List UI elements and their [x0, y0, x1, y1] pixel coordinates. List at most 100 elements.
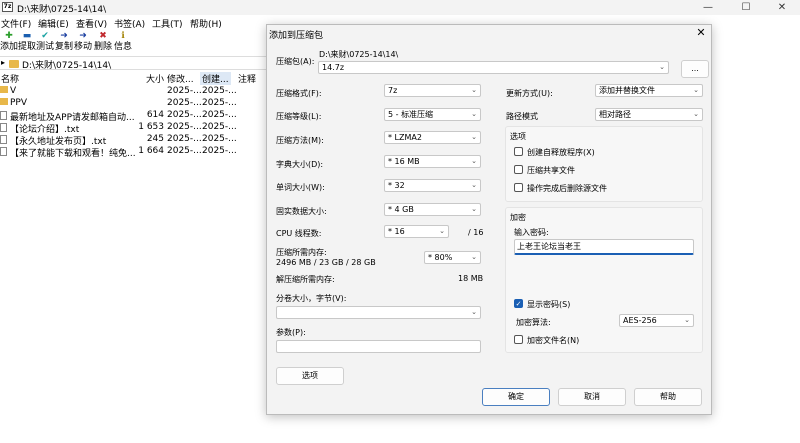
file-size: 614 — [146, 110, 164, 120]
encryption-method-select[interactable]: AES-256 ⌄ — [619, 314, 694, 327]
list-item[interactable]: PPV 2025-... 2025-... — [0, 98, 270, 110]
folder-icon — [0, 86, 8, 93]
up-folder-icon[interactable]: ▸ — [1, 58, 5, 67]
toolbar-test-button[interactable]: ✔ 测试 — [35, 30, 55, 53]
sfx-checkbox[interactable] — [514, 147, 523, 156]
folder-icon — [0, 98, 8, 105]
text-file-icon — [0, 147, 7, 156]
menu-file[interactable]: 文件(F) — [1, 17, 31, 30]
menu-view[interactable]: 查看(V) — [76, 17, 107, 30]
window-title: D:\来财\0725-14\14\ — [17, 5, 107, 15]
chevron-down-icon: ⌄ — [693, 86, 699, 94]
chevron-down-icon: ⌄ — [659, 63, 665, 71]
cpu-threads-select[interactable]: * 16 ⌄ — [384, 225, 449, 238]
word-value: * 32 — [388, 181, 405, 190]
column-name[interactable]: 名称 — [1, 72, 19, 85]
file-modified: 2025-... — [167, 98, 202, 108]
split-label: 分卷大小，字节(V): — [276, 294, 347, 303]
password-input[interactable]: 上老王论坛当老王 — [514, 239, 694, 255]
file-modified: 2025-... — [167, 122, 202, 132]
list-item[interactable]: 【论坛介绍】.txt 1 653 2025-... 2025-... — [0, 122, 270, 135]
decomp-label: 解压缩所需内存: — [276, 275, 335, 284]
params-input[interactable] — [276, 340, 481, 353]
dialog-close-icon[interactable]: ✕ — [694, 26, 708, 39]
copy-arrow-icon: ➜ — [60, 31, 68, 41]
encryption-group-title: 加密 — [510, 213, 526, 222]
solid-select[interactable]: * 4 GB ⌄ — [384, 203, 481, 216]
delete-after-checkbox[interactable] — [514, 183, 523, 192]
browse-button[interactable]: ... — [681, 60, 709, 78]
method-value: * LZMA2 — [388, 133, 422, 142]
toolbar-label: 信息 — [113, 42, 132, 52]
menu-tools[interactable]: 工具(T) — [152, 17, 183, 30]
archive-name-combo[interactable]: 14.7z ⌄ — [318, 61, 669, 74]
toolbar-move-button[interactable]: ➜ 移动 — [73, 30, 93, 53]
move-arrow-icon: ➜ — [79, 31, 87, 41]
mem-percent-select[interactable]: * 80% ⌄ — [424, 251, 481, 264]
toolbar-delete-button[interactable]: ✖ 删除 — [93, 30, 113, 53]
update-mode-select[interactable]: 添加并替换文件 ⌄ — [595, 84, 703, 97]
method-select[interactable]: * LZMA2 ⌄ — [384, 131, 481, 144]
chevron-down-icon: ⌄ — [471, 110, 477, 118]
menu-edit[interactable]: 编辑(E) — [38, 17, 69, 30]
file-name: V — [10, 86, 17, 96]
column-comment[interactable]: 注释 — [238, 72, 256, 85]
file-list-header: 名称 大小 修改... 创建... 注释 — [0, 72, 270, 85]
file-created: 2025-... — [202, 110, 237, 120]
cpu-label: CPU 线程数: — [276, 229, 322, 238]
split-size-combo[interactable]: ⌄ — [276, 306, 481, 319]
delete-icon: ✖ — [99, 31, 107, 41]
ok-button[interactable]: 确定 — [482, 388, 550, 406]
toolbar-label: 移动 — [73, 42, 92, 52]
level-select[interactable]: 5 - 标准压缩 ⌄ — [384, 108, 481, 121]
list-item[interactable]: 【来了就能下载和观看！纯免... 1 664 2025-... 2025-... — [0, 146, 270, 159]
7zip-app-icon: 7z — [2, 2, 13, 12]
file-name: PPV — [10, 98, 28, 108]
dict-value: * 16 MB — [388, 157, 420, 166]
chevron-down-icon: ⌄ — [693, 110, 699, 118]
list-item[interactable]: 【永久地址发布页】.txt 245 2025-... 2025-... — [0, 134, 270, 147]
path-mode-select[interactable]: 相对路径 ⌄ — [595, 108, 703, 121]
format-select[interactable]: 7z ⌄ — [384, 84, 481, 97]
file-size: 1 653 — [138, 122, 164, 132]
toolbar-copy-button[interactable]: ➜ 复制 — [54, 30, 74, 53]
options-group-title: 选项 — [510, 132, 526, 141]
help-button[interactable]: 帮助 — [634, 388, 702, 406]
minus-icon: ▬ — [22, 31, 32, 41]
file-created: 2025-... — [202, 98, 237, 108]
maximize-button[interactable]: ☐ — [728, 0, 764, 15]
file-created: 2025-... — [202, 86, 237, 96]
close-button[interactable]: ✕ — [764, 0, 800, 15]
address-bar[interactable]: ▸ D:\来财\0725-14\14\ — [0, 56, 270, 71]
password-label: 输入密码: — [514, 228, 549, 237]
dict-select[interactable]: * 16 MB ⌄ — [384, 155, 481, 168]
menu-help[interactable]: 帮助(H) — [190, 17, 222, 30]
toolbar: ✚ 添加 ▬ 提取 ✔ 测试 ➜ 复制 ➜ 移动 ✖ 删除 ℹ 信息 — [0, 30, 270, 55]
column-size[interactable]: 大小 — [146, 72, 164, 85]
toolbar-extract-button[interactable]: ▬ 提取 — [17, 30, 37, 53]
shared-files-checkbox[interactable] — [514, 165, 523, 174]
column-modified[interactable]: 修改... — [167, 72, 194, 85]
options-button[interactable]: 选项 — [276, 367, 344, 385]
format-value: 7z — [388, 86, 398, 95]
solid-value: * 4 GB — [388, 205, 414, 214]
toolbar-info-button[interactable]: ℹ 信息 — [113, 30, 133, 53]
show-password-label: 显示密码(S) — [527, 300, 571, 309]
list-item[interactable]: 最新地址及APP请发邮箱自动... 614 2025-... 2025-... — [0, 110, 270, 123]
mem-label: 压缩所需内存: — [276, 248, 327, 257]
word-select[interactable]: * 32 ⌄ — [384, 179, 481, 192]
folder-icon — [9, 60, 19, 68]
check-icon: ✔ — [41, 31, 49, 41]
list-item[interactable]: V 2025-... 2025-... — [0, 86, 270, 98]
chevron-down-icon: ⌄ — [439, 227, 445, 235]
show-password-checkbox[interactable]: ✓ — [514, 299, 523, 308]
column-created[interactable]: 创建... — [200, 72, 231, 85]
minimize-button[interactable]: — — [690, 0, 726, 15]
menu-bookmarks[interactable]: 书签(A) — [114, 17, 145, 30]
chevron-down-icon: ⌄ — [471, 253, 477, 261]
cancel-button[interactable]: 取消 — [558, 388, 626, 406]
file-modified: 2025-... — [167, 86, 202, 96]
file-size: 245 — [146, 134, 164, 144]
encrypt-names-checkbox[interactable] — [514, 335, 523, 344]
toolbar-label: 复制 — [54, 42, 73, 52]
